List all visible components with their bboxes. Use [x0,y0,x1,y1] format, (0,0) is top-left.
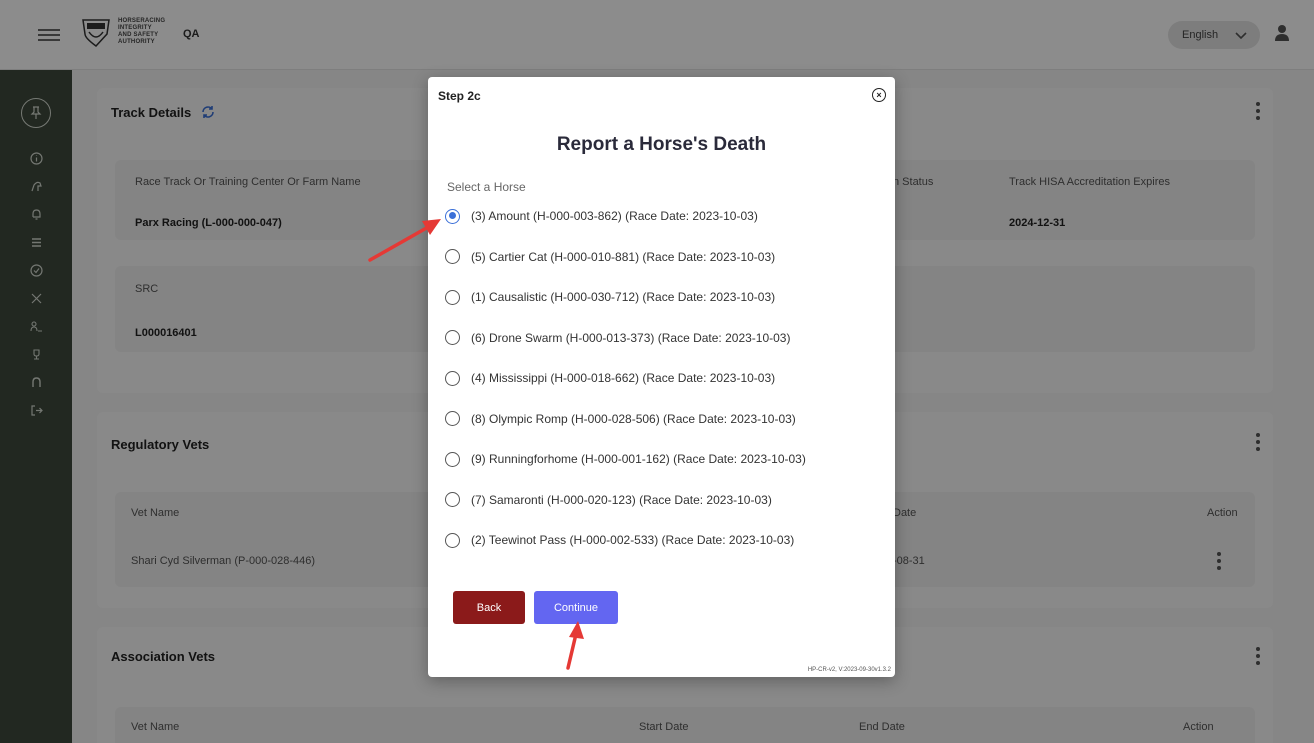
dialog-title: Report a Horse's Death [556,134,767,155]
horse-option[interactable]: (4) Mississippi (H-000-018-662) (Race Da… [445,368,775,388]
radio-unchecked-icon[interactable] [445,532,460,548]
horse-option-label: (4) Mississippi (H-000-018-662) (Race Da… [471,371,776,385]
horse-option[interactable]: (3) Amount (H-000-003-862) (Race Date: 2… [445,206,758,226]
horse-option[interactable]: (7) Samaronti (H-000-020-123) (Race Date… [445,490,772,510]
report-horse-death-dialog: Step 2c × Report a Horse's Death Select … [428,77,895,677]
radio-unchecked-icon[interactable] [445,330,460,345]
radio-unchecked-icon[interactable] [445,492,460,507]
horse-option[interactable]: (9) Runningforhome (H-000-001-162) (Race… [445,449,806,469]
radio-checked-icon[interactable] [445,208,460,224]
horse-option[interactable]: (5) Cartier Cat (H-000-010-881) (Race Da… [445,247,775,267]
horse-option-label: (9) Runningforhome (H-000-001-162) (Race… [471,452,806,466]
horse-option-label: (7) Samaronti (H-000-020-123) (Race Date… [471,492,772,507]
radio-unchecked-icon[interactable] [445,411,460,426]
horse-option[interactable]: (6) Drone Swarm (H-000-013-373) (Race Da… [445,328,790,348]
step-label: Step 2c [438,89,481,103]
horse-option-label: (3) Amount (H-000-003-862) (Race Date: 2… [471,209,758,223]
version-label: HP-CR-v2, V:2023-09-30v1.3.2 [807,667,891,673]
horse-option-label: (2) Teewinot Pass (H-000-002-533) (Race … [471,533,795,547]
radio-unchecked-icon[interactable] [445,289,460,305]
radio-unchecked-icon[interactable] [445,370,460,386]
horse-option[interactable]: (2) Teewinot Pass (H-000-002-533) (Race … [445,530,794,550]
back-button[interactable]: Back [453,591,525,624]
radio-unchecked-icon[interactable] [445,249,460,264]
close-icon[interactable]: × [872,88,886,102]
horse-option-label: (1) Causalistic (H-000-030-712) (Race Da… [471,290,776,304]
radio-unchecked-icon[interactable] [445,451,460,467]
horse-option[interactable]: (8) Olympic Romp (H-000-028-506) (Race D… [445,409,796,429]
continue-button[interactable]: Continue [534,591,618,624]
horse-option[interactable]: (1) Causalistic (H-000-030-712) (Race Da… [445,287,775,307]
horse-option-label: (5) Cartier Cat (H-000-010-881) (Race Da… [471,249,776,264]
select-horse-label: Select a Horse [447,180,526,194]
horse-option-label: (6) Drone Swarm (H-000-013-373) (Race Da… [471,330,791,345]
horse-option-label: (8) Olympic Romp (H-000-028-506) (Race D… [471,411,796,426]
